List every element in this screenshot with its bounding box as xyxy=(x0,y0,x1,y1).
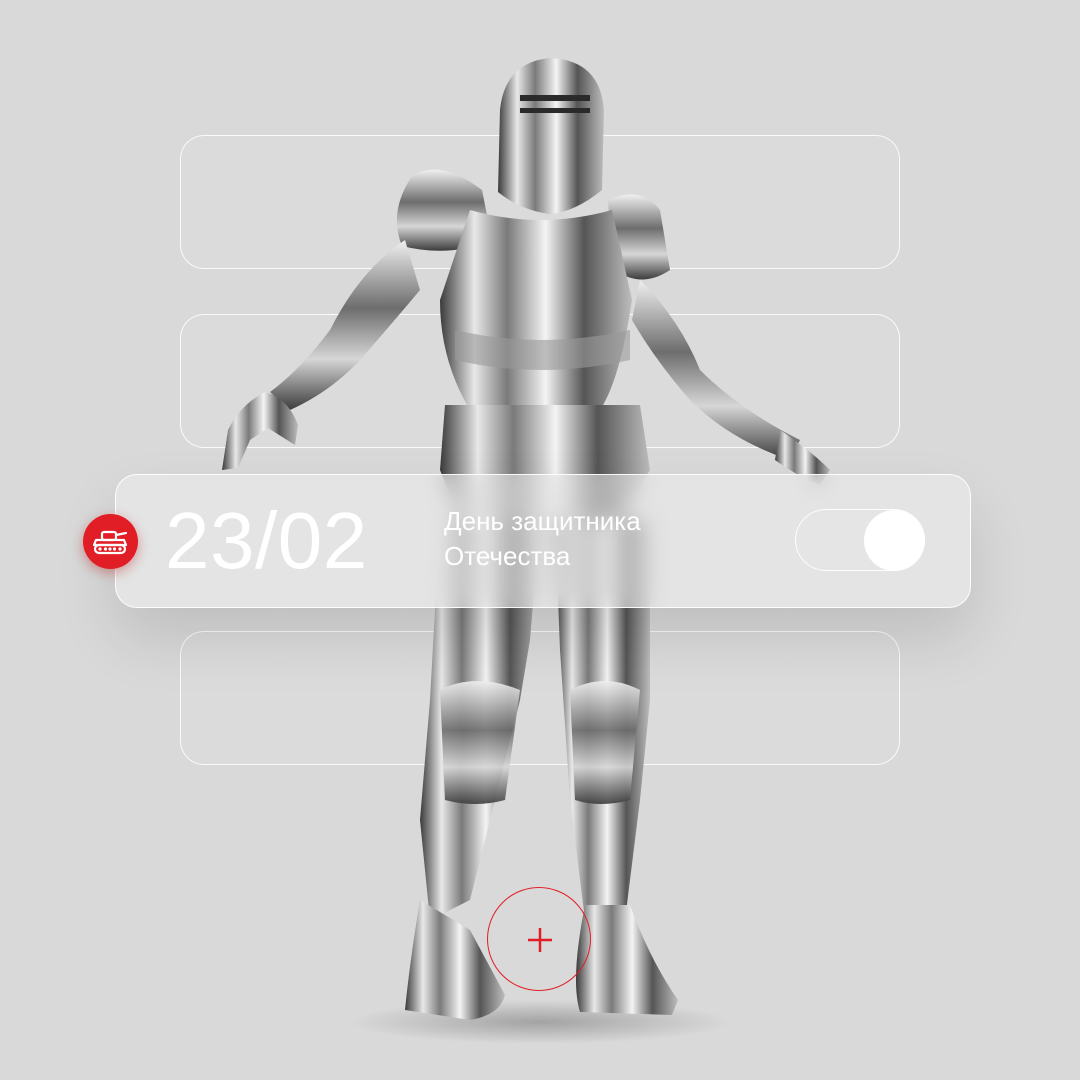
holiday-date: 23/02 xyxy=(165,496,368,585)
holiday-title-line1: День защитника xyxy=(444,506,641,536)
tank-icon xyxy=(92,530,128,555)
holiday-title-line2: Отечества xyxy=(444,541,571,571)
holiday-title: День защитника Отечества xyxy=(444,504,641,574)
plus-icon xyxy=(528,928,552,952)
add-marker-button[interactable] xyxy=(487,887,591,991)
toggle-knob[interactable] xyxy=(864,510,925,571)
tank-badge xyxy=(83,514,138,569)
